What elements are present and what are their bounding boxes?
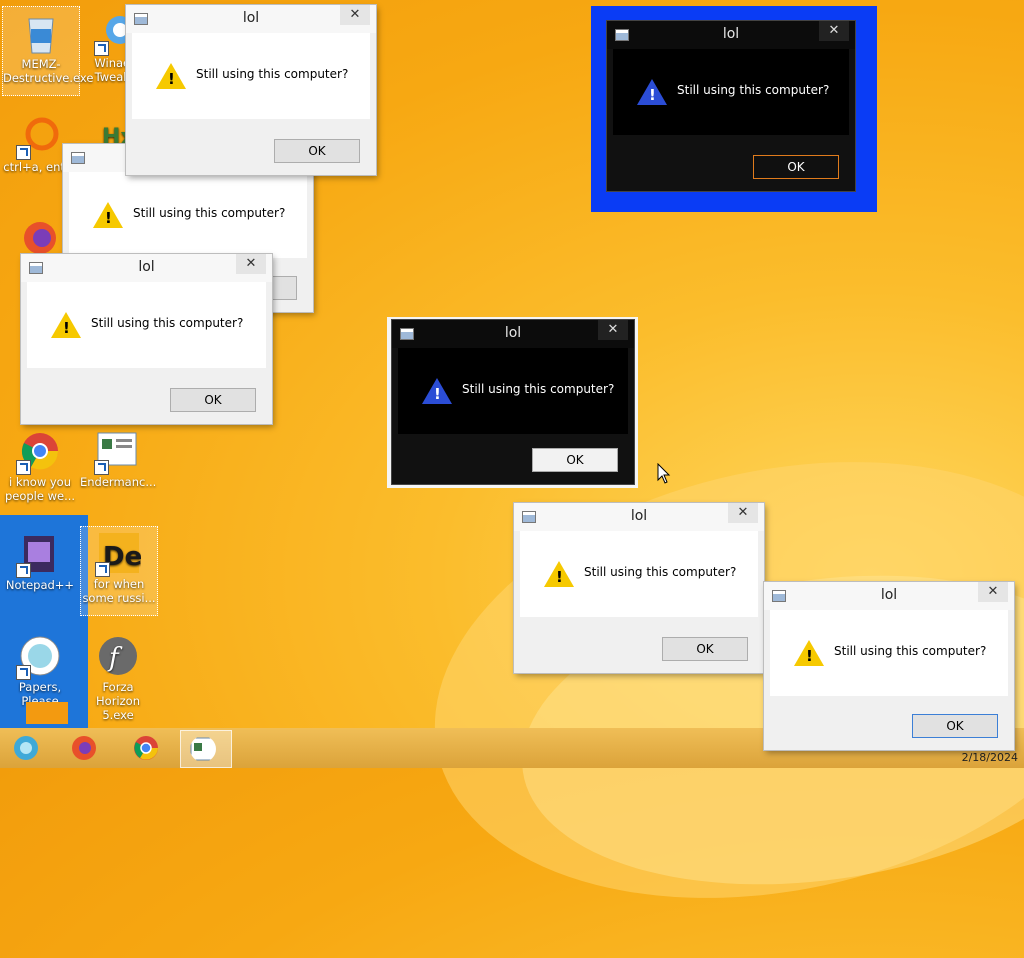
- ok-button[interactable]: OK: [753, 155, 839, 179]
- dialog-body: ! Still using this computer?: [613, 49, 849, 135]
- desktop-icon-label: Forza Horizon 5.exe: [96, 680, 140, 722]
- dialog-titlebar[interactable]: lol ✕: [764, 582, 1014, 610]
- warning-icon: !: [51, 312, 81, 338]
- shortcut-ring-icon: [16, 114, 62, 160]
- notepad-plus-plus-icon: [16, 532, 62, 578]
- warning-icon: !: [93, 202, 123, 228]
- dialog-footer: OK: [392, 438, 634, 484]
- message-dialog-dark[interactable]: lol ✕ ! Still using this computer? OK: [607, 21, 855, 191]
- message-dialog-dark[interactable]: lol ✕ ! Still using this computer? OK: [392, 320, 634, 484]
- dialog-footer: OK: [607, 145, 855, 191]
- close-icon[interactable]: ✕: [340, 5, 370, 25]
- shortcut-arrow-icon: [94, 460, 109, 475]
- warning-icon: !: [422, 378, 452, 404]
- desktop-icon-memz[interactable]: MEMZ-Destructive.exe: [2, 6, 94, 96]
- shortcut-arrow-icon: [16, 145, 31, 160]
- flash-icon: f: [96, 634, 140, 678]
- taskbar-chrome[interactable]: [124, 730, 168, 766]
- ok-button[interactable]: OK: [912, 714, 998, 738]
- dialog-titlebar[interactable]: lol ✕: [514, 503, 764, 531]
- message-dialog[interactable]: lol ✕ ! Still using this computer? OK: [514, 503, 764, 673]
- desktop-icon-de-app[interactable]: De for when some russi...: [80, 526, 158, 616]
- desktop-icon-chrome[interactable]: i know you people we...: [2, 425, 78, 513]
- close-icon[interactable]: ✕: [728, 503, 758, 523]
- message-dialog[interactable]: lol ✕ ! Still using this computer? OK: [764, 582, 1014, 750]
- memz-recycle-icon: [19, 11, 63, 55]
- warning-icon: !: [544, 561, 574, 587]
- ok-button[interactable]: OK: [662, 637, 748, 661]
- dialog-body: ! Still using this computer?: [770, 610, 1008, 696]
- message-dialog[interactable]: lol ✕ ! Still using this computer? OK: [126, 5, 376, 175]
- start-orb-icon: [14, 736, 38, 760]
- shortcut-arrow-icon: [16, 665, 31, 680]
- taskbar-firefox[interactable]: [62, 730, 106, 766]
- dialog-footer: OK: [21, 378, 272, 424]
- desktop-icon-label: MEMZ-Destructive.exe: [3, 57, 94, 85]
- dialog-message: Still using this computer?: [462, 382, 615, 396]
- desktop-icon-endermanch[interactable]: Endermanc...: [80, 425, 156, 513]
- shortcut-arrow-icon: [94, 41, 109, 56]
- close-icon[interactable]: ✕: [978, 582, 1008, 602]
- close-icon[interactable]: ✕: [598, 320, 628, 340]
- clock-date[interactable]: 2/18/2024: [962, 751, 1018, 764]
- dialog-title: lol: [242, 10, 260, 26]
- shortcut-arrow-icon: [16, 563, 31, 578]
- window-app-icon: [94, 429, 140, 475]
- dialog-body: ! Still using this computer?: [520, 531, 758, 617]
- dialog-footer: OK: [764, 704, 1014, 750]
- de-app-icon: De: [95, 531, 142, 577]
- dialog-titlebar[interactable]: lol ✕: [21, 254, 272, 282]
- dialog-titlebar[interactable]: lol ✕: [126, 5, 376, 33]
- desktop-icon-label: for when some russi...: [82, 577, 156, 605]
- dialog-title: lol: [880, 587, 898, 603]
- shortcut-arrow-icon: [16, 460, 31, 475]
- desktop-icon-label: Notepad++: [5, 578, 75, 592]
- desktop-icon-label: i know you people we...: [4, 475, 76, 503]
- dialog-message: Still using this computer?: [834, 644, 987, 658]
- window-app-icon: [190, 737, 216, 761]
- message-dialog[interactable]: lol ✕ ! Still using this computer? OK: [21, 254, 272, 424]
- desktop-icon-label: Endermanc...: [80, 475, 157, 489]
- shortcut-arrow-icon: [95, 562, 110, 577]
- dialog-title: lol: [722, 26, 740, 42]
- dialog-body: ! Still using this computer?: [27, 282, 266, 368]
- ok-button[interactable]: OK: [274, 139, 360, 163]
- mouse-cursor-icon: [657, 463, 671, 484]
- close-icon[interactable]: ✕: [819, 21, 849, 41]
- dialog-title: lol: [138, 259, 155, 275]
- desktop-icon-forza[interactable]: f Forza Horizon 5.exe: [80, 630, 156, 722]
- dialog-message: Still using this computer?: [584, 565, 737, 579]
- dialog-footer: OK: [126, 129, 376, 175]
- dialog-titlebar[interactable]: lol ✕: [392, 320, 634, 348]
- glitch-block: [26, 702, 68, 724]
- warning-icon: !: [637, 79, 667, 105]
- ok-button[interactable]: OK: [170, 388, 256, 412]
- dialog-body: ! Still using this computer?: [69, 172, 307, 258]
- ok-button[interactable]: OK: [532, 448, 618, 472]
- close-icon[interactable]: ✕: [236, 254, 266, 274]
- dialog-message: Still using this computer?: [677, 83, 830, 97]
- dialog-body: ! Still using this computer?: [132, 33, 370, 119]
- app-window-icon: [71, 152, 85, 164]
- desktop-icon-notepad-plus-plus[interactable]: Notepad++: [2, 528, 78, 616]
- firefox-icon: [18, 214, 62, 258]
- dialog-titlebar[interactable]: lol ✕: [607, 21, 855, 49]
- taskbar-active-app[interactable]: [180, 730, 232, 768]
- dialog-message: Still using this computer?: [91, 316, 244, 330]
- chrome-icon: [16, 429, 62, 475]
- dialog-title: lol: [630, 508, 648, 524]
- papers-please-icon: [16, 634, 62, 680]
- dialog-message: Still using this computer?: [133, 206, 286, 220]
- firefox-icon: [72, 736, 96, 760]
- dialog-body: ! Still using this computer?: [398, 348, 628, 434]
- dialog-message: Still using this computer?: [196, 67, 349, 81]
- warning-icon: !: [156, 63, 186, 89]
- warning-icon: !: [794, 640, 824, 666]
- chrome-icon: [134, 736, 158, 760]
- start-button[interactable]: [4, 730, 48, 766]
- dialog-footer: OK: [514, 627, 764, 673]
